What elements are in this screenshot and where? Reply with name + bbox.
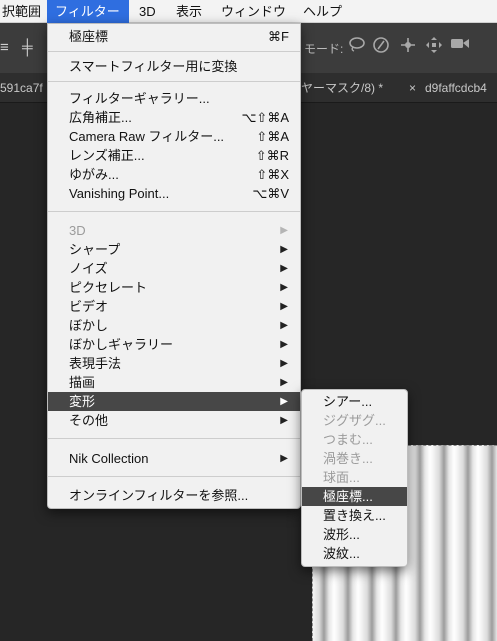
align-icon[interactable]: ≡ <box>0 39 9 57</box>
menu-item-browse-online-filters[interactable]: オンラインフィルターを参照... <box>48 486 300 505</box>
submenu-arrow-icon: ▶ <box>280 263 288 274</box>
menu-filter[interactable]: フィルター <box>47 0 129 23</box>
submenu-item-displace[interactable]: 置き換え... <box>302 506 407 525</box>
menu-item-render[interactable]: 描画 ▶ <box>48 373 300 392</box>
submenu-arrow-icon: ▶ <box>280 339 288 350</box>
menu-item-stylize[interactable]: 表現手法 ▶ <box>48 354 300 373</box>
menu-item-other[interactable]: その他 ▶ <box>48 411 300 430</box>
menu-item-liquify[interactable]: ゆがみ... ⇧⌘X <box>48 165 300 184</box>
menu-item-pixelate[interactable]: ピクセレート ▶ <box>48 278 300 297</box>
rotate-3d-icon[interactable] <box>371 36 391 56</box>
distort-submenu: シアー... ジグザグ... つまむ... 渦巻き... 球面... 極座標..… <box>301 389 408 567</box>
video-camera-icon[interactable] <box>450 36 470 56</box>
submenu-arrow-icon: ▶ <box>280 244 288 255</box>
menu-item-nik-collection[interactable]: Nik Collection ▶ <box>48 449 300 468</box>
menu-item-sharpen[interactable]: シャープ ▶ <box>48 240 300 259</box>
move-3d-icon[interactable] <box>424 36 444 56</box>
menu-item-adaptive-wide-angle[interactable]: 広角補正... ⌥⇧⌘A <box>48 108 300 127</box>
menu-item-blur[interactable]: ぼかし ▶ <box>48 316 300 335</box>
submenu-item-ripple[interactable]: 波紋... <box>302 544 407 563</box>
menu-3d[interactable]: 3D <box>131 0 164 23</box>
submenu-arrow-icon: ▶ <box>280 377 288 388</box>
submenu-item-pinch: つまむ... <box>323 432 373 447</box>
filter-menu: 極座標 ⌘F スマートフィルター用に変換 フィルターギャラリー... 広角補正.… <box>47 23 301 509</box>
lasso-icon[interactable] <box>347 36 367 56</box>
menu-item-noise[interactable]: ノイズ ▶ <box>48 259 300 278</box>
menu-item-vanishing-point[interactable]: Vanishing Point... ⌥⌘V <box>48 184 300 203</box>
submenu-item-spherize: 球面... <box>323 470 360 485</box>
menu-separator <box>48 476 300 477</box>
menu-select[interactable]: 択範囲 <box>0 0 49 23</box>
submenu-arrow-icon: ▶ <box>280 320 288 331</box>
menu-item-video[interactable]: ビデオ ▶ <box>48 297 300 316</box>
submenu-arrow-icon: ▶ <box>280 453 288 464</box>
menu-separator <box>48 81 300 82</box>
menu-separator <box>48 51 300 52</box>
submenu-item-twirl: 渦巻き... <box>323 451 373 466</box>
submenu-arrow-icon: ▶ <box>280 301 288 312</box>
menu-item-camera-raw[interactable]: Camera Raw フィルター... ⇧⌘A <box>48 127 300 146</box>
menu-item-distort[interactable]: 変形 ▶ <box>48 392 300 411</box>
submenu-item-zigzag: ジグザグ... <box>323 413 386 428</box>
menu-item-convert-smart-filter[interactable]: スマートフィルター用に変換 <box>48 57 300 76</box>
tab-close-icon[interactable]: × <box>409 73 416 103</box>
submenu-arrow-icon: ▶ <box>280 358 288 369</box>
menu-item-blur-gallery[interactable]: ぼかしギャラリー ▶ <box>48 335 300 354</box>
menu-help[interactable]: ヘルプ <box>295 0 350 23</box>
submenu-arrow-icon: ▶ <box>280 415 288 426</box>
menu-item-3d: 3D ▶ <box>69 223 288 238</box>
menu-window[interactable]: ウィンドウ <box>213 0 294 23</box>
submenu-arrow-icon: ▶ <box>280 396 288 407</box>
menu-item-lens-correction[interactable]: レンズ補正... ⇧⌘R <box>48 146 300 165</box>
menu-item-last-filter[interactable]: 極座標 ⌘F <box>48 27 300 46</box>
document-tab-right[interactable]: d9faffcdcb4 <box>425 73 497 103</box>
submenu-item-polar-coordinates[interactable]: 極座標... <box>302 487 407 506</box>
mode-label: モード: <box>304 42 344 56</box>
submenu-arrow-icon: ▶ <box>280 282 288 293</box>
align-center-icon[interactable]: ╪ <box>22 39 33 57</box>
document-tab-active[interactable]: ヤーマスク/8) * <box>301 73 404 103</box>
submenu-item-wave[interactable]: 波形... <box>302 525 407 544</box>
pan-3d-icon[interactable] <box>398 36 418 56</box>
menu-item-filter-gallery[interactable]: フィルターギャラリー... <box>48 89 300 108</box>
menu-bar: 択範囲 フィルター 3D 表示 ウィンドウ ヘルプ <box>0 0 497 23</box>
submenu-arrow-icon: ▶ <box>280 225 288 236</box>
submenu-item-shear[interactable]: シアー... <box>302 392 407 411</box>
document-tab-left[interactable]: 591ca7f <box>0 73 47 103</box>
menu-separator <box>48 438 300 439</box>
menu-view[interactable]: 表示 <box>168 0 210 23</box>
menu-separator <box>48 211 300 212</box>
